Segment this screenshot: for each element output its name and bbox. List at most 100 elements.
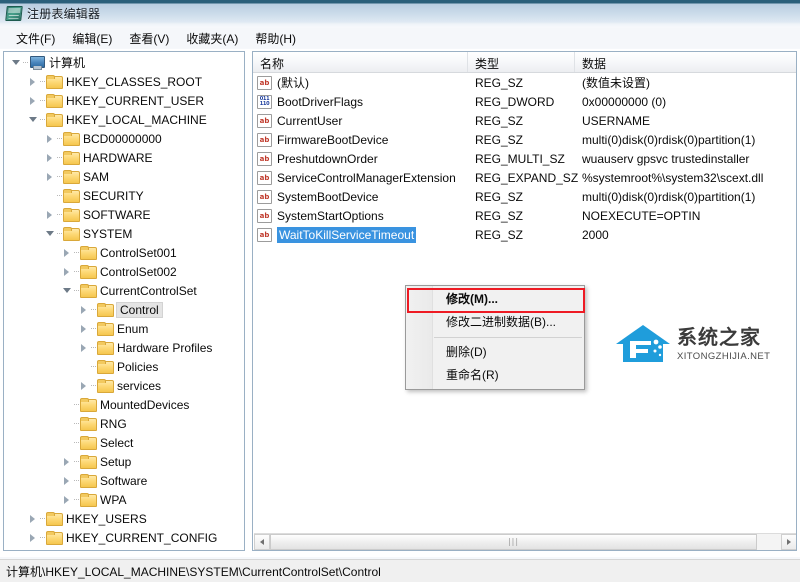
table-row[interactable]: ab (默认) REG_SZ (数值未设置): [253, 73, 796, 92]
tree-connector: [90, 357, 97, 376]
tree-node[interactable]: Policies: [5, 357, 243, 376]
scroll-right-button[interactable]: [781, 533, 796, 550]
horizontal-scrollbar[interactable]: |||: [254, 533, 796, 550]
tree-node-label: 计算机: [49, 56, 86, 70]
tree-node[interactable]: services: [5, 376, 243, 395]
table-row[interactable]: 011 110 BootDriverFlags REG_DWORD 0x00000000…: [253, 92, 796, 111]
menu-item-4[interactable]: 帮助(H): [247, 28, 305, 49]
table-row[interactable]: ab PreshutdownOrder REG_MULTI_SZ wuauserv g…: [253, 149, 796, 168]
tree-node[interactable]: Software: [5, 471, 243, 490]
table-row[interactable]: ab FirmwareBootDevice REG_SZ multi(0)disk(0…: [253, 130, 796, 149]
chevron-down-icon[interactable]: [26, 110, 39, 129]
tree-node-label: ControlSet001: [100, 245, 177, 260]
chevron-right-icon[interactable]: [77, 376, 90, 395]
tree-node[interactable]: Control: [5, 300, 243, 319]
tree-node[interactable]: Hardware Profiles: [5, 338, 243, 357]
chevron-down-icon[interactable]: [60, 281, 73, 300]
column-header-name[interactable]: 名称: [253, 52, 468, 72]
chevron-right-icon[interactable]: [60, 471, 73, 490]
string-value-icon: ab: [257, 189, 272, 204]
table-row[interactable]: ab CurrentUser REG_SZ USERNAME: [253, 111, 796, 130]
table-row[interactable]: ab SystemStartOptions REG_SZ NOEXECUTE=OPT…: [253, 206, 796, 225]
tree-node[interactable]: HARDWARE: [5, 148, 243, 167]
tree-node[interactable]: Select: [5, 433, 243, 452]
chevron-right-icon[interactable]: [26, 528, 39, 547]
menu-item-3[interactable]: 收藏夹(A): [178, 28, 247, 49]
registry-tree-pane[interactable]: 计算机 HKEY_CLASSES_ROOT HKEY_CURRENT_USER HKE…: [3, 51, 245, 551]
column-header-data[interactable]: 数据: [575, 52, 796, 72]
chevron-right-icon[interactable]: [43, 167, 56, 186]
chevron-right-icon[interactable]: [77, 300, 90, 319]
tree-node[interactable]: HKEY_CURRENT_CONFIG: [5, 528, 243, 547]
tree-connector: [73, 490, 80, 509]
value-type: REG_SZ: [475, 132, 524, 147]
chevron-right-icon[interactable]: [77, 338, 90, 357]
chevron-right-icon[interactable]: [77, 319, 90, 338]
tree-node[interactable]: SECURITY: [5, 186, 243, 205]
value-data: multi(0)disk(0)rdisk(0)partition(1): [582, 132, 756, 147]
menu-item-0[interactable]: 文件(F): [8, 28, 64, 49]
tree-node[interactable]: ControlSet002: [5, 262, 243, 281]
chevron-right-icon[interactable]: [60, 490, 73, 509]
tree-node[interactable]: SAM: [5, 167, 243, 186]
chevron-right-icon[interactable]: [26, 72, 39, 91]
chevron-right-icon[interactable]: [26, 91, 39, 110]
value-name-cell: ab SystemStartOptions: [253, 208, 468, 223]
tree-node-label: HKEY_CURRENT_CONFIG: [66, 530, 218, 545]
tree-node[interactable]: HKEY_CURRENT_USER: [5, 91, 243, 110]
context-menu-item-1[interactable]: 修改二进制数据(B)...: [406, 311, 584, 334]
chevron-right-icon[interactable]: [43, 129, 56, 148]
chevron-right-icon[interactable]: [60, 452, 73, 471]
tree-node[interactable]: RNG: [5, 414, 243, 433]
menu-item-1[interactable]: 编辑(E): [64, 28, 121, 49]
tree-connector: [90, 376, 97, 395]
table-row[interactable]: ab SystemBootDevice REG_SZ multi(0)disk(0)r…: [253, 187, 796, 206]
tree-node-label: CurrentControlSet: [100, 283, 197, 298]
value-data: 2000: [582, 227, 609, 242]
tree-node[interactable]: SOFTWARE: [5, 205, 243, 224]
chevron-down-icon[interactable]: [43, 224, 56, 243]
value-name-cell: ab FirmwareBootDevice: [253, 132, 468, 147]
status-path: 计算机\HKEY_LOCAL_MACHINE\SYSTEM\CurrentCon…: [6, 564, 381, 579]
chevron-right-icon[interactable]: [43, 205, 56, 224]
tree-node[interactable]: SYSTEM: [5, 224, 243, 243]
tree-node[interactable]: MountedDevices: [5, 395, 243, 414]
chevron-right-icon[interactable]: [60, 262, 73, 281]
registry-tree[interactable]: 计算机 HKEY_CLASSES_ROOT HKEY_CURRENT_USER HKE…: [5, 53, 243, 549]
tree-node[interactable]: Setup: [5, 452, 243, 471]
tree-node[interactable]: 计算机: [5, 53, 243, 72]
folder-icon: [80, 246, 97, 260]
context-menu-item-0[interactable]: 修改(M)...: [406, 288, 584, 311]
tree-node[interactable]: CurrentControlSet: [5, 281, 243, 300]
scrollbar-track[interactable]: |||: [270, 533, 781, 550]
scrollbar-thumb[interactable]: |||: [270, 533, 757, 550]
tree-node[interactable]: HKEY_LOCAL_MACHINE: [5, 110, 243, 129]
column-header-type[interactable]: 类型: [468, 52, 575, 72]
menu-bar: 文件(F) 编辑(E) 查看(V) 收藏夹(A) 帮助(H): [0, 28, 800, 48]
tree-node-label: ControlSet002: [100, 264, 177, 279]
chevron-down-icon[interactable]: [9, 53, 22, 72]
tree-node[interactable]: HKEY_USERS: [5, 509, 243, 528]
tree-node[interactable]: ControlSet001: [5, 243, 243, 262]
tree-node[interactable]: HKEY_CLASSES_ROOT: [5, 72, 243, 91]
scroll-left-button[interactable]: [254, 533, 270, 550]
tree-node[interactable]: Enum: [5, 319, 243, 338]
string-value-icon: ab: [257, 75, 272, 90]
context-menu-item-3[interactable]: 重命名(R): [406, 364, 584, 387]
tree-node[interactable]: WPA: [5, 490, 243, 509]
table-row[interactable]: ab WaitToKillServiceTimeout REG_SZ 2000: [253, 225, 796, 244]
tree-node[interactable]: BCD00000000: [5, 129, 243, 148]
context-menu-item-2[interactable]: 删除(D): [406, 341, 584, 364]
table-row[interactable]: ab ServiceControlManagerExtension REG_EXPA…: [253, 168, 796, 187]
folder-icon: [80, 493, 97, 507]
tree-node-label: Select: [100, 435, 134, 450]
menu-item-2[interactable]: 查看(V): [121, 28, 178, 49]
context-menu[interactable]: 修改(M)... 修改二进制数据(B)... 删除(D) 重命名(R): [405, 285, 585, 390]
chevron-right-icon[interactable]: [43, 148, 56, 167]
tree-node-label: SOFTWARE: [83, 207, 151, 222]
chevron-right-icon[interactable]: [26, 509, 39, 528]
chevron-right-icon[interactable]: [60, 243, 73, 262]
folder-icon: [46, 75, 63, 89]
